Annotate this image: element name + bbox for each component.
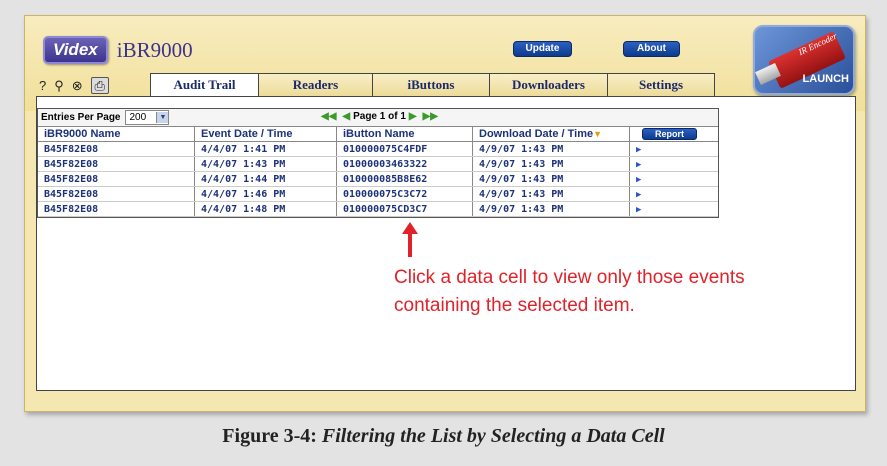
cell-download-date-time[interactable]: 4/9/07 1:43 PM	[472, 171, 630, 187]
tab-ibuttons[interactable]: iButtons	[372, 73, 490, 96]
grid-toolbar: Entries Per Page 200 ▼ ◀◀ ◀ Page 1 of 1 …	[38, 109, 718, 127]
cell-ibr9000-name[interactable]: B45F82E08	[38, 171, 195, 187]
col-report: Report	[629, 127, 718, 142]
caption-prefix: Figure 3-4:	[222, 425, 317, 447]
table-row: B45F82E08 4/4/07 1:44 PM 010000085B8E62 …	[38, 171, 718, 187]
annotation-line-1: Click a data cell to view only those eve…	[394, 267, 745, 288]
chevron-down-icon: ▼	[156, 112, 169, 123]
cell-event-date-time[interactable]: 4/4/07 1:46 PM	[194, 186, 337, 202]
row-report-arrow-icon[interactable]: ▶	[636, 175, 641, 185]
table-row: B45F82E08 4/4/07 1:46 PM 010000075C3C72 …	[38, 186, 718, 202]
col-event-date-time[interactable]: Event Date / Time	[194, 127, 337, 142]
annotation-arrow	[408, 230, 412, 257]
cell-ibr9000-name[interactable]: B45F82E08	[38, 201, 195, 217]
sort-desc-icon: ▼	[593, 129, 603, 139]
annotation-text: Click a data cell to view only those eve…	[394, 264, 834, 320]
tab-bar: Audit Trail Readers iButtons Downloaders…	[150, 73, 715, 97]
clear-filter-icon[interactable]: ⊗	[72, 78, 83, 94]
tab-readers[interactable]: Readers	[258, 73, 373, 96]
col-ibr9000-name[interactable]: iBR9000 Name	[38, 127, 195, 142]
content-panel: Entries Per Page 200 ▼ ◀◀ ◀ Page 1 of 1 …	[36, 96, 856, 391]
cell-event-date-time[interactable]: 4/4/07 1:41 PM	[194, 141, 337, 157]
product-name: iBR9000	[116, 37, 193, 62]
cell-ibutton-name[interactable]: 010000075C4FDF	[336, 141, 473, 157]
table-row: B45F82E08 4/4/07 1:48 PM 010000075CD3C7 …	[38, 201, 718, 217]
col-ibutton-name[interactable]: iButton Name	[336, 127, 473, 142]
caption-title: Filtering the List by Selecting a Data C…	[321, 425, 665, 447]
audit-trail-grid: Entries Per Page 200 ▼ ◀◀ ◀ Page 1 of 1 …	[37, 108, 719, 218]
page-indicator: Page 1 of 1	[353, 111, 406, 122]
update-button[interactable]: Update	[513, 41, 572, 57]
cell-ibr9000-name[interactable]: B45F82E08	[38, 186, 195, 202]
cell-report: ▶	[629, 156, 718, 172]
col-download-date-time[interactable]: Download Date / Time▼	[472, 127, 630, 142]
cell-download-date-time[interactable]: 4/9/07 1:43 PM	[472, 141, 630, 157]
tab-settings[interactable]: Settings	[607, 73, 715, 96]
entries-per-page-label: Entries Per Page	[41, 112, 121, 123]
figure-caption: Figure 3-4: Filtering the List by Select…	[0, 425, 887, 448]
cell-ibutton-name[interactable]: 010000075C3C72	[336, 186, 473, 202]
cell-download-date-time[interactable]: 4/9/07 1:43 PM	[472, 186, 630, 202]
table-row: B45F82E08 4/4/07 1:43 PM 01000003463322 …	[38, 156, 718, 172]
pager: ◀◀ ◀ Page 1 of 1 ▶ ▶▶	[318, 111, 441, 122]
ir-encoder-launch-button[interactable]: IR Encoder LAUNCH	[753, 25, 855, 95]
cell-event-date-time[interactable]: 4/4/07 1:48 PM	[194, 201, 337, 217]
cell-event-date-time[interactable]: 4/4/07 1:43 PM	[194, 156, 337, 172]
cell-report: ▶	[629, 141, 718, 157]
entries-per-page-value: 200	[129, 112, 147, 123]
cell-ibutton-name[interactable]: 010000085B8E62	[336, 171, 473, 187]
cell-event-date-time[interactable]: 4/4/07 1:44 PM	[194, 171, 337, 187]
row-report-arrow-icon[interactable]: ▶	[636, 190, 641, 200]
print-icon[interactable]: ⎙	[90, 77, 109, 94]
row-report-arrow-icon[interactable]: ▶	[636, 145, 641, 155]
app-window: Videx iBR9000 Update About IR Encoder LA…	[24, 15, 866, 412]
tab-audit-trail[interactable]: Audit Trail	[150, 73, 259, 97]
tab-downloaders[interactable]: Downloaders	[489, 73, 608, 96]
launch-label: LAUNCH	[802, 73, 849, 85]
annotation-line-2: containing the selected item.	[394, 295, 635, 316]
col-download-date-time-label: Download Date / Time	[479, 128, 594, 140]
row-report-arrow-icon[interactable]: ▶	[636, 160, 641, 170]
events-table: iBR9000 Name Event Date / Time iButton N…	[38, 127, 718, 217]
first-page-icon[interactable]: ◀◀	[321, 111, 336, 122]
cell-ibr9000-name[interactable]: B45F82E08	[38, 156, 195, 172]
cell-ibutton-name[interactable]: 010000075CD3C7	[336, 201, 473, 217]
last-page-icon[interactable]: ▶▶	[423, 111, 438, 122]
table-row: B45F82E08 4/4/07 1:41 PM 010000075C4FDF …	[38, 141, 718, 157]
entries-per-page-select[interactable]: 200 ▼	[125, 110, 170, 125]
report-button[interactable]: Report	[642, 128, 697, 140]
cell-report: ▶	[629, 201, 718, 217]
cell-download-date-time[interactable]: 4/9/07 1:43 PM	[472, 201, 630, 217]
row-report-arrow-icon[interactable]: ▶	[636, 205, 641, 215]
figure-frame: Videx iBR9000 Update About IR Encoder LA…	[0, 0, 887, 466]
app-logo: Videx iBR9000	[43, 36, 193, 64]
about-button[interactable]: About	[623, 41, 680, 57]
cell-ibutton-name[interactable]: 01000003463322	[336, 156, 473, 172]
prev-page-icon[interactable]: ◀	[342, 111, 350, 122]
table-header-row: iBR9000 Name Event Date / Time iButton N…	[38, 127, 718, 142]
cell-report: ▶	[629, 171, 718, 187]
cell-download-date-time[interactable]: 4/9/07 1:43 PM	[472, 156, 630, 172]
next-page-icon[interactable]: ▶	[409, 111, 417, 122]
videx-logo: Videx	[43, 36, 108, 64]
toolbar-icons: ? ⚲ ⊗ ⎙	[39, 77, 117, 94]
cell-ibr9000-name[interactable]: B45F82E08	[38, 141, 195, 157]
search-icon[interactable]: ⚲	[54, 78, 64, 94]
cell-report: ▶	[629, 186, 718, 202]
help-icon[interactable]: ?	[39, 78, 46, 93]
